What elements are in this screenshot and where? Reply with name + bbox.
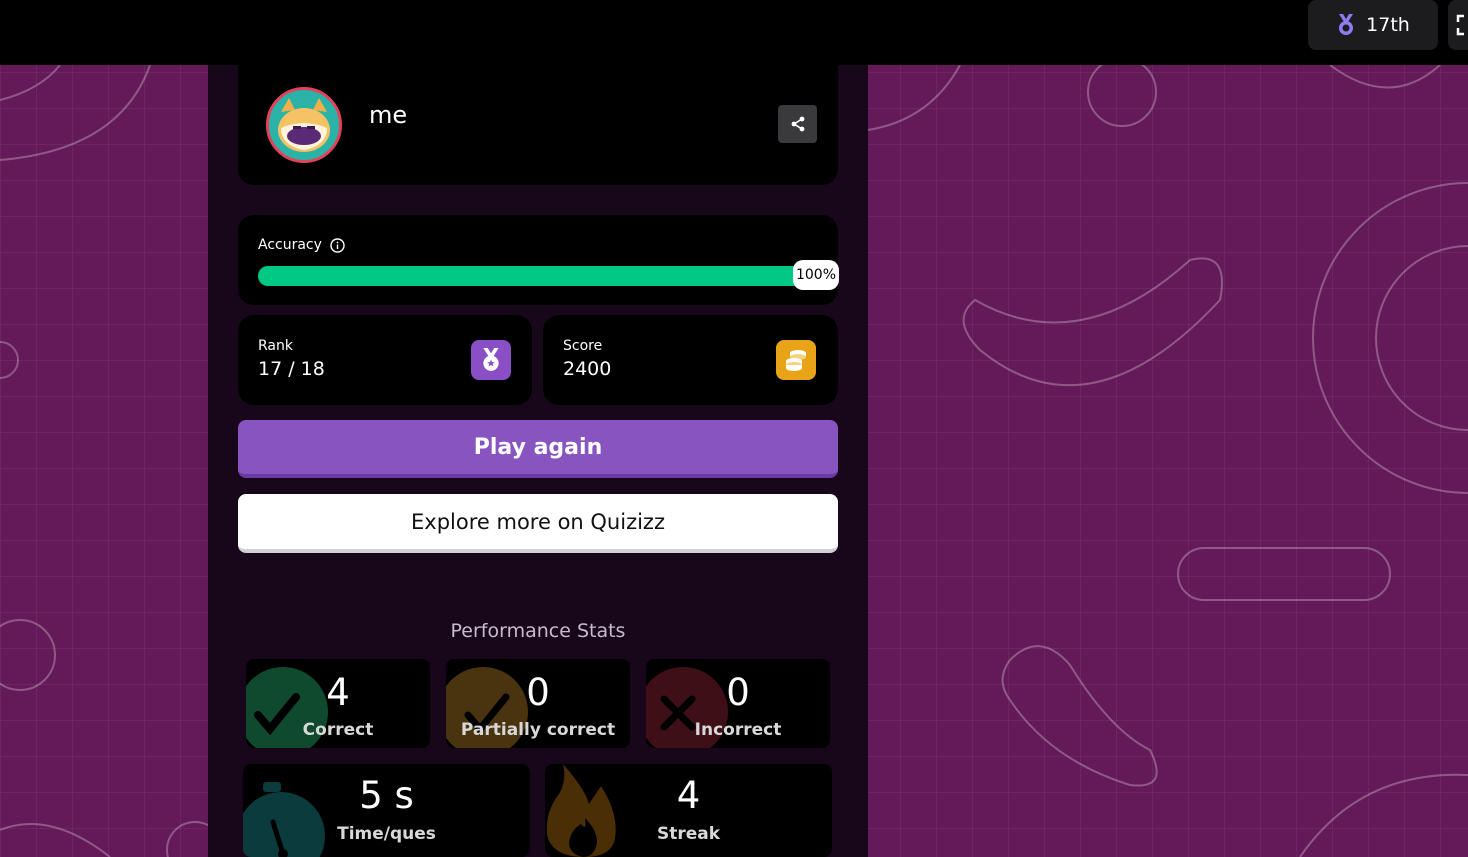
- monster-avatar-icon: [278, 98, 330, 152]
- correct-count: 4: [326, 671, 350, 714]
- accuracy-label: Accuracy: [258, 237, 322, 253]
- streak-label: Streak: [656, 824, 721, 844]
- share-icon: [791, 116, 804, 132]
- score-card: Score 2400: [543, 315, 838, 405]
- time-per-question-label: Time/ques: [337, 824, 436, 844]
- incorrect-count: 0: [726, 671, 750, 714]
- accuracy-progress-bar: [258, 266, 818, 286]
- accuracy-percent-badge: 100%: [793, 260, 839, 290]
- profile-card: me: [238, 65, 838, 185]
- accuracy-label-row: Accuracy: [258, 237, 345, 253]
- performance-stats-title: Performance Stats: [450, 620, 626, 642]
- score-label: Score: [563, 338, 603, 354]
- rank-card: Rank 17 / 18: [238, 315, 532, 405]
- incorrect-label: Incorrect: [694, 720, 782, 740]
- coins-icon: [786, 350, 806, 371]
- rank-value: 17 / 18: [258, 358, 325, 380]
- play-again-button[interactable]: Play again: [238, 420, 838, 478]
- player-name: me: [369, 101, 408, 129]
- partially-correct-stat-card: 0 Partially correct: [446, 659, 630, 748]
- correct-label: Correct: [302, 720, 374, 740]
- explore-more-button[interactable]: Explore more on Quizizz: [238, 494, 838, 553]
- rank-label: Rank: [258, 338, 293, 354]
- accuracy-card: Accuracy 100%: [238, 215, 839, 305]
- rank-position-button[interactable]: 17th: [1308, 0, 1438, 50]
- partially-correct-label: Partially correct: [460, 720, 616, 740]
- score-icon-box: [776, 340, 816, 380]
- partially-correct-count: 0: [526, 671, 550, 714]
- results-panel: me Accuracy 100% Rank 17 / 18 Score 2400…: [208, 65, 868, 857]
- fullscreen-icon: [1456, 14, 1464, 36]
- streak-card: 4 Streak: [545, 764, 832, 857]
- score-value: 2400: [563, 358, 612, 380]
- time-per-question-value: 5 s: [359, 774, 414, 817]
- top-bar: 17th: [0, 0, 1468, 65]
- share-button[interactable]: [778, 105, 817, 143]
- rank-position-label: 17th: [1366, 14, 1410, 36]
- incorrect-stat-card: 0 Incorrect: [646, 659, 830, 748]
- rank-icon-box: [471, 340, 511, 380]
- accuracy-progress-fill: [258, 266, 818, 286]
- medal-icon: [483, 348, 499, 371]
- medal-icon: [1339, 14, 1354, 35]
- streak-value: 4: [676, 774, 701, 817]
- avatar: [266, 87, 342, 163]
- fullscreen-button[interactable]: [1448, 0, 1468, 50]
- time-per-question-card: 5 s Time/ques: [243, 764, 530, 857]
- info-icon[interactable]: [330, 237, 345, 253]
- correct-stat-card: 4 Correct: [246, 659, 430, 748]
